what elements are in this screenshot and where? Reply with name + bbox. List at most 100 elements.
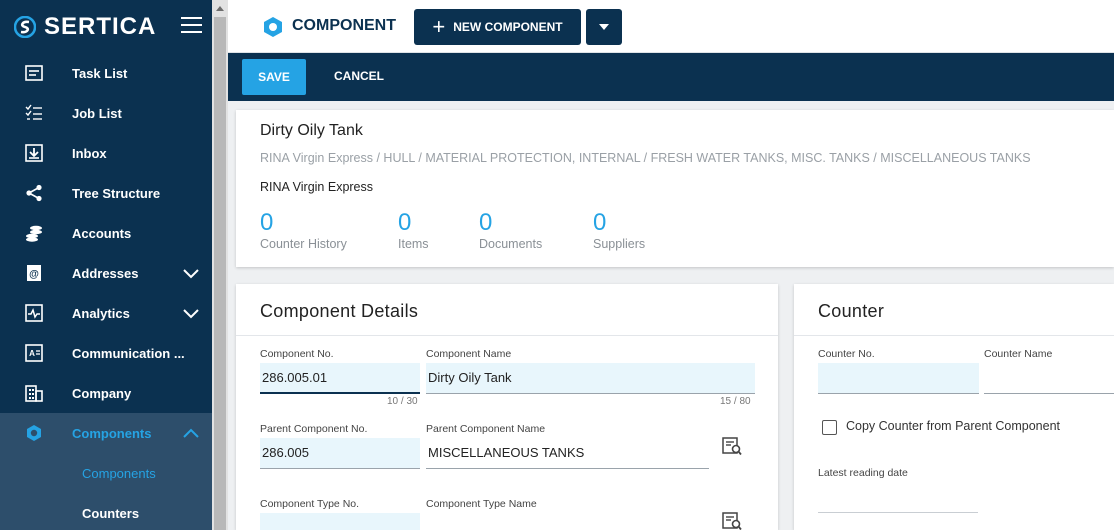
sidebar-item-inbox[interactable]: Inbox — [0, 133, 212, 173]
sidebar-subitem-label: Counters — [82, 505, 140, 521]
lookup-search-icon[interactable] — [722, 511, 742, 530]
new-component-button[interactable]: + NEW COMPONENT — [414, 9, 581, 45]
component-type-no-input[interactable] — [260, 513, 420, 530]
new-component-label: NEW COMPONENT — [453, 20, 563, 34]
breadcrumb: RINA Virgin Express / HULL / MATERIAL PR… — [260, 151, 1031, 165]
sidebar-item-addresses[interactable]: @ Addresses — [0, 253, 212, 293]
sidebar-item-label: Company — [72, 385, 132, 401]
stat-label: Suppliers — [593, 237, 646, 251]
stat-label: Documents — [479, 237, 543, 251]
stat-counter-history[interactable]: 0 Counter History — [260, 209, 347, 251]
latest-reading-date-label: Latest reading date — [818, 467, 908, 479]
stat-value: 0 — [260, 209, 274, 236]
component-hexagon-icon — [264, 17, 282, 37]
divider — [794, 335, 1114, 336]
sidebar: SERTICA Task List Job List Inbox Tree St… — [0, 0, 212, 530]
sertica-logo-icon — [14, 15, 36, 38]
job-list-icon — [25, 104, 43, 122]
scroll-up-arrow-icon[interactable] — [212, 0, 228, 16]
sidebar-item-label: Components — [72, 425, 152, 441]
scrollbar-thumb[interactable] — [214, 17, 226, 530]
parent-component-name-input[interactable]: MISCELLANEOUS TANKS — [426, 438, 709, 469]
chevron-down-icon[interactable] — [183, 306, 199, 320]
component-no-label: Component No. — [260, 348, 334, 360]
brand: SERTICA — [0, 0, 212, 53]
component-name-input[interactable]: Dirty Oily Tank — [426, 363, 755, 394]
analytics-icon — [25, 304, 43, 322]
brand-name: SERTICA — [44, 12, 157, 40]
sidebar-item-label: Analytics — [72, 305, 130, 321]
component-name-label: Component Name — [426, 348, 512, 360]
stat-value: 0 — [398, 209, 412, 236]
copy-counter-checkbox[interactable] — [822, 420, 837, 435]
sidebar-subitem-label: Components — [82, 465, 156, 481]
inbox-icon — [25, 144, 43, 162]
new-component-dropdown-button[interactable] — [586, 9, 622, 45]
counter-name-input[interactable] — [984, 363, 1114, 394]
latest-reading-date-input[interactable] — [818, 512, 978, 513]
counter-no-label: Counter No. — [818, 348, 875, 360]
accounts-icon — [25, 224, 43, 242]
plus-icon: + — [432, 14, 446, 39]
sidebar-item-label: Inbox — [72, 145, 107, 161]
stat-label: Counter History — [260, 237, 347, 251]
page-title: COMPONENT — [292, 17, 396, 34]
sidebar-item-tree-structure[interactable]: Tree Structure — [0, 173, 212, 213]
chevron-down-icon[interactable] — [183, 266, 199, 280]
divider — [236, 335, 778, 336]
component-no-input[interactable]: 286.005.01 — [260, 363, 420, 394]
sidebar-item-label: Accounts — [72, 225, 132, 241]
component-type-name-label: Component Type Name — [426, 498, 537, 510]
company-icon — [25, 384, 43, 402]
stat-value: 0 — [593, 209, 607, 236]
parent-component-no-label: Parent Component No. — [260, 423, 368, 435]
sidebar-item-analytics[interactable]: Analytics — [0, 293, 212, 333]
svg-text:A: A — [29, 349, 35, 358]
sidebar-item-company[interactable]: Company — [0, 373, 212, 413]
sidebar-scrollbar[interactable] — [212, 0, 228, 530]
task-list-icon — [25, 64, 43, 82]
sidebar-item-accounts[interactable]: Accounts — [0, 213, 212, 253]
communication-icon: A — [25, 344, 43, 362]
parent-component-name-label: Parent Component Name — [426, 423, 546, 435]
save-button[interactable]: SAVE — [242, 59, 306, 95]
caret-down-icon — [599, 24, 609, 30]
components-icon — [25, 424, 43, 442]
card-title: Counter — [818, 301, 885, 321]
component-name-char-count: 15 / 80 — [720, 396, 751, 407]
chevron-up-icon[interactable] — [183, 426, 199, 440]
parent-component-no-input[interactable]: 286.005 — [260, 438, 420, 469]
sidebar-item-communication[interactable]: A Communication ... — [0, 333, 212, 373]
component-type-no-label: Component Type No. — [260, 498, 360, 510]
top-bar: COMPONENT + NEW COMPONENT — [228, 0, 1114, 53]
sidebar-item-label: Task List — [72, 65, 128, 81]
stat-label: Items — [398, 237, 429, 251]
vessel-name: RINA Virgin Express — [260, 180, 374, 194]
sidebar-subitem-counters[interactable]: Counters — [0, 493, 212, 530]
stat-items[interactable]: 0 Items — [398, 209, 429, 251]
stat-value: 0 — [479, 209, 493, 236]
stat-documents[interactable]: 0 Documents — [479, 209, 542, 251]
sidebar-item-label: Addresses — [72, 265, 139, 281]
component-header-card: Dirty Oily Tank RINA Virgin Express / HU… — [236, 110, 1114, 267]
action-bar: SAVE CANCEL — [228, 53, 1114, 101]
hamburger-menu-icon[interactable] — [181, 17, 202, 35]
sidebar-item-task-list[interactable]: Task List — [0, 53, 212, 93]
lookup-search-icon[interactable] — [722, 436, 742, 456]
counter-name-label: Counter Name — [984, 348, 1053, 360]
component-title: Dirty Oily Tank — [260, 122, 363, 139]
sidebar-item-job-list[interactable]: Job List — [0, 93, 212, 133]
sidebar-item-components[interactable]: Components — [0, 413, 212, 453]
sidebar-subitem-components[interactable]: Components — [0, 453, 212, 493]
tree-structure-icon — [25, 184, 43, 202]
component-no-char-count: 10 / 30 — [387, 396, 418, 407]
sidebar-item-label: Job List — [72, 105, 122, 121]
counter-no-input[interactable] — [818, 363, 979, 394]
stat-suppliers[interactable]: 0 Suppliers — [593, 209, 645, 251]
copy-counter-label: Copy Counter from Parent Component — [846, 419, 1060, 433]
counter-card: Counter Counter No. Counter Name Copy Co… — [794, 284, 1114, 530]
sidebar-item-label: Tree Structure — [72, 185, 161, 201]
sidebar-item-label: Communication ... — [72, 345, 185, 361]
component-details-card: Component Details Component No. 286.005.… — [236, 284, 778, 530]
cancel-button[interactable]: CANCEL — [334, 69, 384, 83]
